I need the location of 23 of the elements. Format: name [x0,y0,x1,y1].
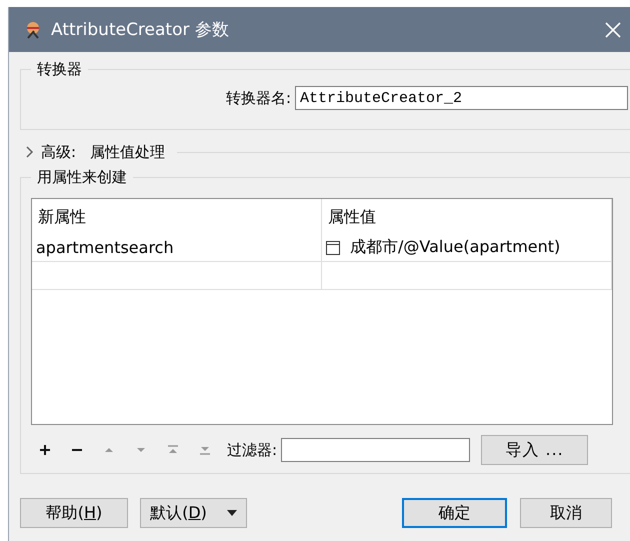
column-header: 新属性 [32,199,322,234]
cancel-button[interactable]: 取消 [520,498,612,528]
help-button[interactable]: 帮助(H) [20,498,128,528]
ok-button[interactable]: 确定 [402,498,507,528]
group-title: 转换器 [36,60,83,79]
close-icon[interactable] [605,22,621,38]
filter-label: 过滤器: [227,440,278,460]
table-cell: apartmentsearch [32,234,322,261]
field-label: 转换器名: [226,88,291,108]
chevron-icon[interactable] [25,146,35,158]
name-field[interactable]: AttributeCreator_2 [295,86,628,110]
import-button[interactable]: 导入 ... [481,435,588,465]
value-text: 成都市/@Value(apartment) [350,237,560,258]
caret-icon[interactable] [226,510,237,516]
column-header: 属性值 [322,199,612,234]
window-title: AttributeCreator 参数 [51,19,230,41]
plus-icon[interactable] [39,444,51,456]
dropdown-button[interactable]: 默认(D) [140,498,247,528]
section-label: 高级: [41,142,76,162]
section-value: 属性值处理 [90,142,166,162]
text-value-icon [326,240,340,254]
filter-field[interactable] [281,438,470,462]
group-title: 用属性来创建 [36,168,128,187]
